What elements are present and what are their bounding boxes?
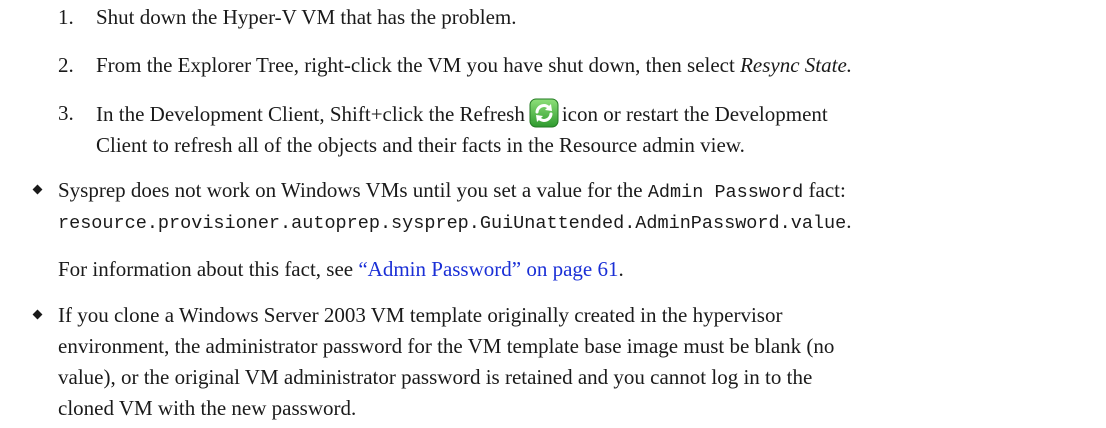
bullet-text: If you clone a Windows Server 2003 VM te… bbox=[58, 303, 783, 327]
step-text-continued: Client to refresh all of the objects and… bbox=[96, 133, 745, 157]
bullet-text: Sysprep does not work on Windows VMs unt… bbox=[58, 178, 846, 203]
step-text: From the Explorer Tree, right-click the … bbox=[96, 53, 853, 77]
step-text: In the Development Client, Shift+click t… bbox=[96, 98, 828, 130]
bullet-text: value), or the original VM administrator… bbox=[58, 365, 813, 389]
bullet-marker bbox=[32, 309, 43, 320]
bullet-text: cloned VM with the new password. bbox=[58, 396, 357, 420]
fact-path-code: resource.provisioner.autoprep.sysprep.Gu… bbox=[58, 213, 847, 234]
refresh-icon bbox=[529, 98, 559, 128]
bullet-text-continued: resource.provisioner.autoprep.sysprep.Gu… bbox=[58, 209, 852, 234]
step-number: 1. bbox=[58, 5, 74, 29]
bullet-paragraph: For information about this fact, see “Ad… bbox=[58, 257, 624, 281]
bullet-text: environment, the administrator password … bbox=[58, 334, 835, 358]
admin-password-link[interactable]: “Admin Password” on page 61 bbox=[358, 257, 618, 281]
step-number: 2. bbox=[58, 53, 74, 77]
bullet-marker bbox=[32, 184, 43, 195]
document-page: 1. Shut down the Hyper-V VM that has the… bbox=[0, 0, 1106, 428]
step-number: 3. bbox=[58, 101, 74, 125]
step-italic-term: Resync State. bbox=[740, 53, 853, 77]
fact-name-code: Admin Password bbox=[647, 182, 804, 203]
step-text: Shut down the Hyper-V VM that has the pr… bbox=[96, 5, 517, 29]
